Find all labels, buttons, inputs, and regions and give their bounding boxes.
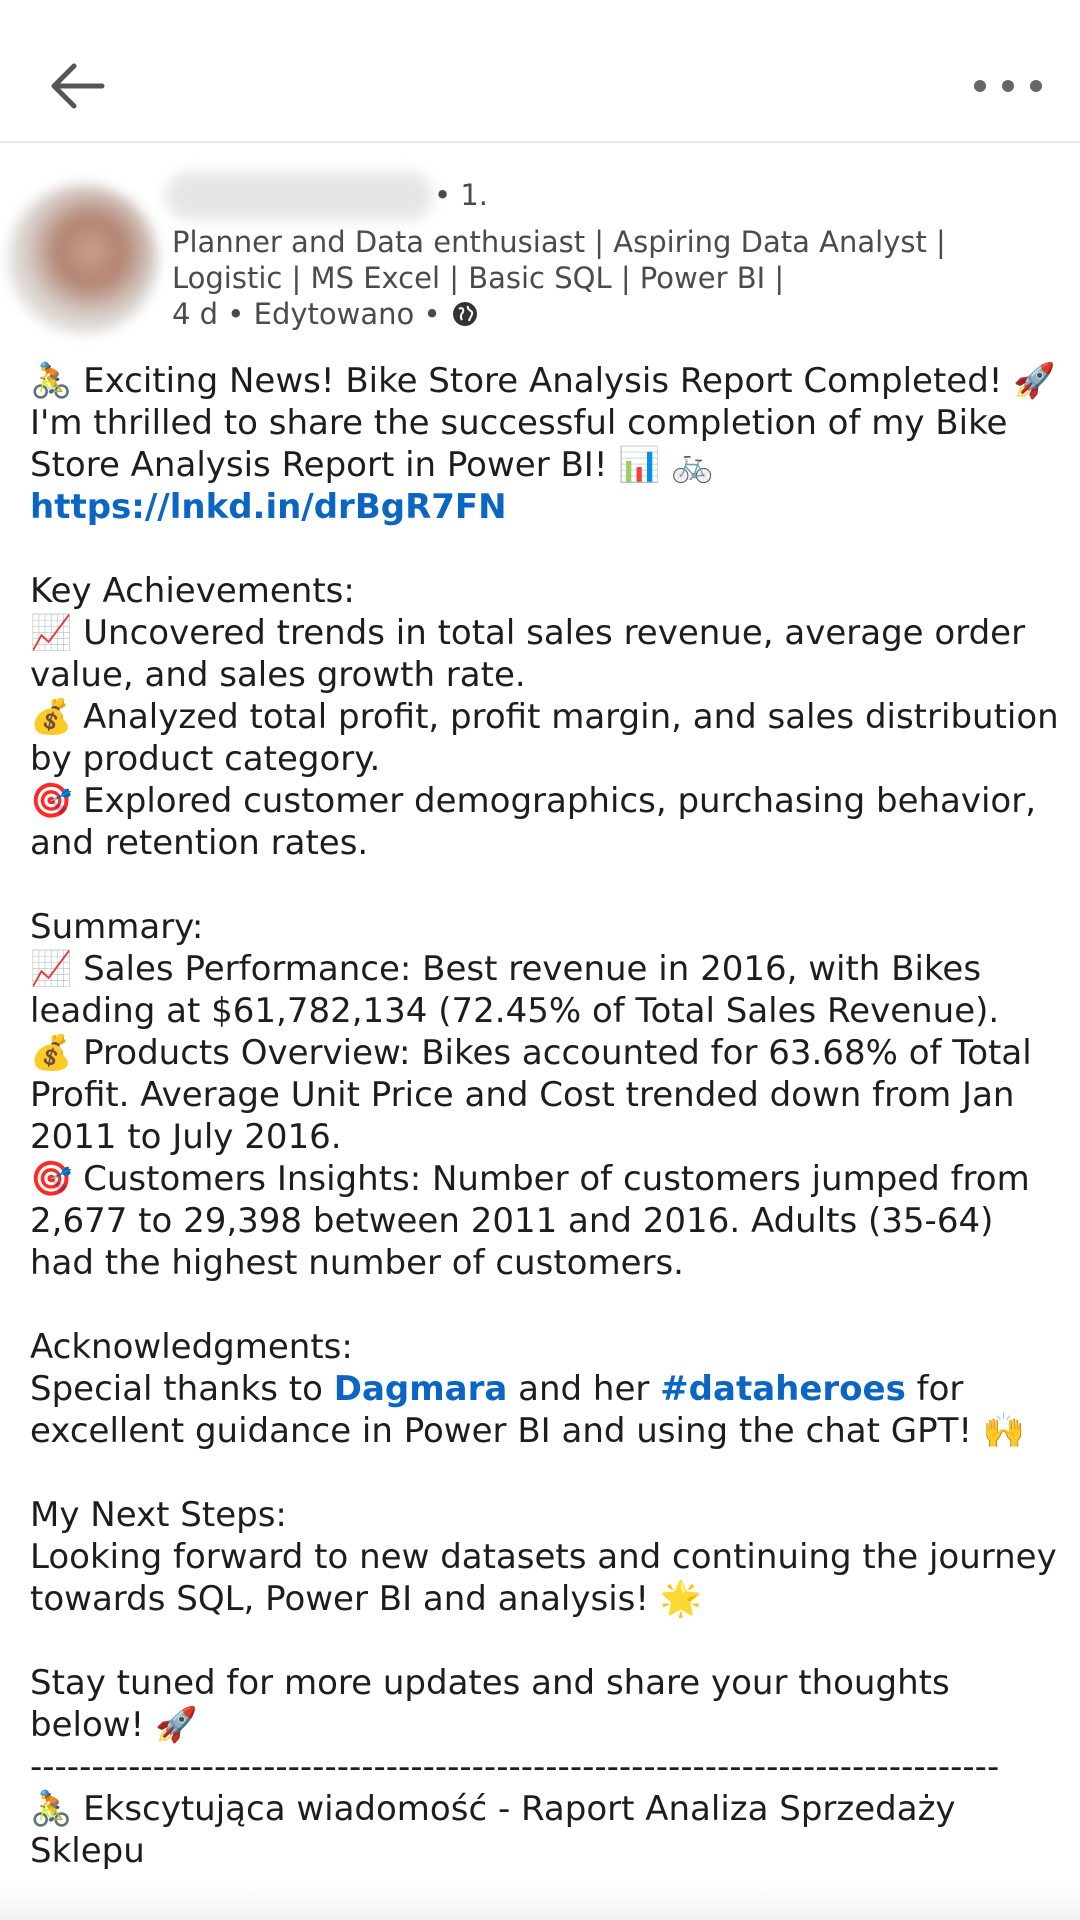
summary-item: 📈 Sales Performance: Best revenue in 201…: [30, 949, 1000, 1031]
mention-link[interactable]: Dagmara: [334, 1369, 508, 1409]
post-link[interactable]: https://lnkd.in/drBgR7FN: [30, 487, 507, 527]
post-meta: 4 d • Edytowano •: [172, 296, 479, 332]
key-achievement-item: 🎯 Explored customer demographics, purcha…: [30, 781, 1047, 863]
acknowledgments-body: Special thanks to Dagmara and her #datah…: [30, 1368, 1060, 1452]
next-steps-heading: My Next Steps:: [30, 1495, 287, 1535]
globe-icon: [452, 302, 477, 326]
divider-line: ----------------------------------------…: [30, 1747, 1000, 1787]
summary-item: 💰 Products Overview: Bikes accounted for…: [30, 1033, 1043, 1157]
key-achievement-item: 💰 Analyzed total profit, profit margin, …: [30, 697, 1070, 779]
ack-text-mid: and her: [507, 1369, 661, 1409]
next-steps-body: Looking forward to new datasets and cont…: [30, 1537, 1068, 1619]
post-meta-text: 4 d • Edytowano •: [172, 297, 441, 331]
stay-tuned-text: Stay tuned for more updates and share yo…: [30, 1663, 961, 1745]
ack-text-pre: Special thanks to: [30, 1369, 334, 1409]
post-intro: I'm thrilled to share the successful com…: [30, 402, 1060, 528]
author-avatar[interactable]: [8, 184, 158, 334]
hashtag-link[interactable]: #dataheroes: [660, 1369, 906, 1409]
post-title-line: 🚴 Exciting News! Bike Store Analysis Rep…: [30, 361, 1056, 401]
polish-title-line: 🚴 Ekscytująca wiadomość - Raport Analiza…: [30, 1789, 967, 1871]
post-intro-text: I'm thrilled to share the successful com…: [30, 403, 1019, 485]
summary-heading: Summary:: [30, 907, 204, 947]
acknowledgments-heading: Acknowledgments:: [30, 1327, 353, 1367]
key-achievements-heading: Key Achievements:: [30, 571, 355, 611]
connection-degree: • 1.: [434, 178, 488, 212]
key-achievement-item: 📈 Uncovered trends in total sales revenu…: [30, 613, 1036, 695]
post-body: 🚴 Exciting News! Bike Store Analysis Rep…: [30, 360, 1060, 1872]
summary-item: 🎯 Customers Insights: Number of customer…: [30, 1159, 1041, 1283]
more-horizontal-icon[interactable]: [968, 68, 1048, 104]
top-navigation-bar: [0, 0, 1080, 143]
author-name-redacted[interactable]: [165, 172, 433, 220]
arrow-left-icon[interactable]: [44, 58, 114, 114]
bottom-fade: [0, 1884, 1080, 1920]
author-headline: Planner and Data enthusiast | Aspiring D…: [172, 225, 946, 295]
